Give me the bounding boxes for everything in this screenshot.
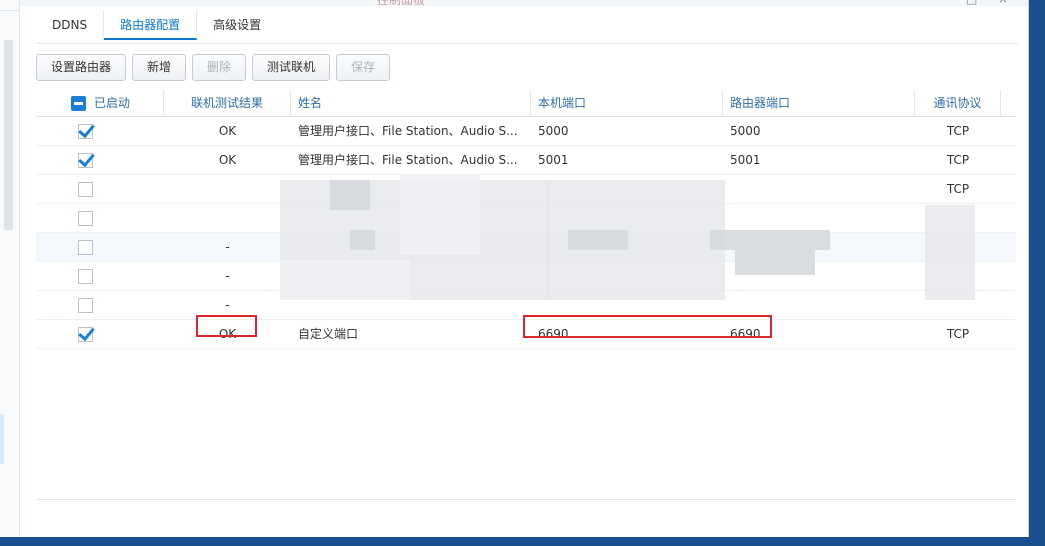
table-bottom-divider xyxy=(36,499,1016,500)
title-bar: 控制面板 – □ × xyxy=(0,0,1028,7)
enabled-checkbox[interactable] xyxy=(77,211,93,226)
enabled-checkbox[interactable] xyxy=(77,327,93,342)
test-result-cell xyxy=(164,175,291,203)
router-port-cell: 5001 xyxy=(730,153,761,167)
header-enabled[interactable]: 已启动 xyxy=(36,90,164,116)
local-port-cell: 5000 xyxy=(538,124,569,138)
enabled-checkbox[interactable] xyxy=(77,298,93,313)
local-port-cell: 5001 xyxy=(538,153,569,167)
test-result-cell: OK xyxy=(218,153,237,167)
table-header: 已启动 联机测试结果 姓名 本机端口 路由器端口 通讯协议 xyxy=(36,90,1016,117)
tab-ddns[interactable]: DDNS xyxy=(36,10,105,40)
protocol-cell: TCP xyxy=(946,182,970,196)
left-pane-scrollbar[interactable] xyxy=(4,40,13,230)
test-result-cell: - xyxy=(225,269,230,283)
header-protocol[interactable]: 通讯协议 xyxy=(915,90,1001,116)
delete-button[interactable]: 删除 xyxy=(192,54,247,81)
add-button[interactable]: 新增 xyxy=(132,54,187,81)
enabled-checkbox[interactable] xyxy=(77,240,93,255)
name-cell: 自定义端口 xyxy=(298,327,359,341)
close-icon[interactable]: × xyxy=(998,0,1008,6)
router-port-cell xyxy=(723,204,915,232)
table-row[interactable]: OK 管理用户接口、File Station、Audio S... 5001 5… xyxy=(36,146,1016,175)
header-name[interactable]: 姓名 xyxy=(291,90,531,116)
left-navigation-pane xyxy=(0,0,20,537)
table-row[interactable]: OK 管理用户接口、File Station、Audio S... 5000 5… xyxy=(36,117,1016,146)
maximize-icon[interactable]: □ xyxy=(966,0,977,6)
test-result-cell: - xyxy=(225,240,230,254)
control-panel-window: 控制面板 – □ × DDNS 路由器配置 高级设置 设置路由器 新增 删除 测… xyxy=(0,0,1029,537)
protocol-cell: TCP xyxy=(946,124,970,138)
test-result-cell xyxy=(164,204,291,232)
tab-bar: DDNS 路由器配置 高级设置 xyxy=(36,10,277,42)
minimize-icon[interactable]: – xyxy=(906,0,912,6)
header-router-port[interactable]: 路由器端口 xyxy=(723,90,915,116)
protocol-cell: TCP xyxy=(946,327,970,341)
setup-router-button[interactable]: 设置路由器 xyxy=(36,54,127,81)
header-test-result[interactable]: 联机测试结果 xyxy=(164,90,291,116)
test-connection-button[interactable]: 测试联机 xyxy=(252,54,331,81)
router-port-cell: 5000 xyxy=(730,124,761,138)
window-title: 控制面板 xyxy=(377,0,426,7)
name-cell: 管理用户接口、File Station、Audio S... xyxy=(298,153,518,167)
tab-divider xyxy=(36,43,1018,44)
enabled-checkbox[interactable] xyxy=(77,269,93,284)
save-button[interactable]: 保存 xyxy=(336,54,391,81)
name-cell: 管理用户接口、File Station、Audio S... xyxy=(298,124,518,138)
tab-router-config[interactable]: 路由器配置 xyxy=(104,10,198,40)
tab-advanced-settings[interactable]: 高级设置 xyxy=(197,10,277,40)
left-pane-divider xyxy=(0,10,19,11)
enabled-checkbox[interactable] xyxy=(77,153,93,168)
router-port-cell xyxy=(723,175,915,203)
test-result-cell: OK xyxy=(218,124,237,138)
header-spacer xyxy=(1001,90,1016,116)
left-pane-selected-item[interactable] xyxy=(0,414,4,464)
protocol-cell: TCP xyxy=(946,153,970,167)
toolbar: 设置路由器 新增 删除 测试联机 保存 xyxy=(36,54,391,81)
highlight-ports xyxy=(523,315,772,338)
enabled-checkbox[interactable] xyxy=(77,182,93,197)
select-all-checkbox[interactable] xyxy=(71,96,86,111)
highlight-test-result xyxy=(196,315,257,337)
header-local-port[interactable]: 本机端口 xyxy=(531,90,723,116)
enabled-checkbox[interactable] xyxy=(77,124,93,139)
